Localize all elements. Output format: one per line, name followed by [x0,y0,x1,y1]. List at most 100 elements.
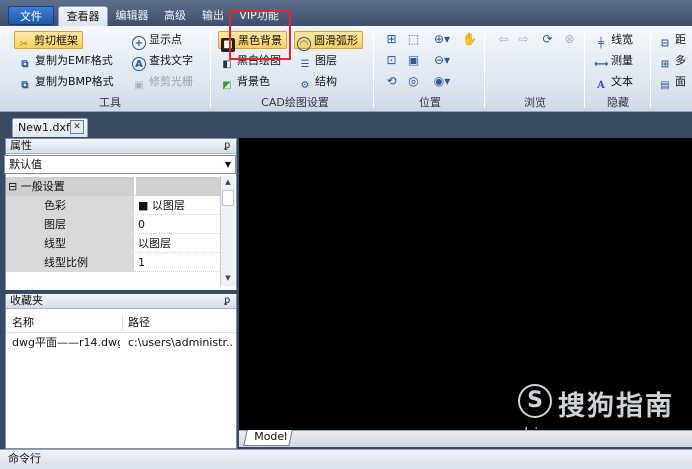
column-header-name[interactable]: 名称 [12,314,34,332]
copy-bmp-button[interactable]: ⧉ 复制为BMP格式 [18,73,113,91]
scroll-down-icon[interactable]: ▼ [221,272,235,285]
copy-bmp-icon: ⧉ [21,80,29,91]
property-value[interactable]: 1 [136,253,220,272]
multi-button[interactable]: ⊞ 多 [658,52,686,70]
cut-frame-button[interactable]: ✂ 剪切框架 [14,31,83,50]
fit-icon[interactable]: ⊡ [384,53,399,68]
background-color-icon: ◩ [222,80,232,91]
close-icon[interactable]: ✕ [70,120,84,134]
orbit-icon[interactable]: ◎ [406,74,421,89]
properties-scrollbar[interactable]: ▲ ▼ [220,176,235,286]
properties-header: 属性 ᵱ [6,139,236,154]
view-options-icon[interactable]: ◉▾ [430,74,454,89]
scroll-up-icon[interactable]: ▲ [221,176,235,189]
pan-hand-icon[interactable]: ✋ [462,32,477,47]
browse-group-label: 浏览 [524,96,546,109]
ribbon: ✂ 剪切框架 + 显示点 ⧉ 复制为EMF格式 A 查找文字 ⧉ 复制为BMP格式 ▣ 修剪… [0,26,692,112]
extents-icon[interactable]: ▣ [406,53,421,68]
refresh-icon[interactable]: ⟳ [540,32,555,47]
show-points-button[interactable]: + 显示点 [132,31,182,50]
property-row[interactable]: 色彩 ■ 以图层 [6,196,220,215]
ribbon-separator [210,30,211,108]
document-tab-bar [0,112,692,138]
pin-icon[interactable]: ᵱ [224,294,230,308]
forward-arrow-icon[interactable]: ⇨ [516,32,531,47]
line-width-icon: ╪ [597,38,605,49]
favorite-path[interactable]: c:\users\administr... [128,334,234,352]
arc-icon: ◠ [297,37,311,51]
layout-tab-bar [239,430,692,447]
copy-emf-button[interactable]: ⧉ 复制为EMF格式 [18,52,112,70]
black-white-icon: ◧ [222,59,232,70]
category-row[interactable]: ⊟ 一般设置 [6,177,220,196]
line-width-button[interactable]: ╪ 线宽 [594,31,633,49]
command-line-label: 命令行 [8,452,41,465]
zoom-rect-icon[interactable]: ⬚ [406,32,421,47]
ribbon-separator [484,30,485,108]
watermark-text: 搜狗指南 [558,391,674,422]
tab-output[interactable]: 输出 [198,6,228,26]
command-line-bar[interactable]: 命令行 [0,449,692,469]
distance-icon: ⊟ [660,38,670,49]
crosshair-icon: + [132,36,146,50]
smooth-arc-button[interactable]: ◠ 圆滑弧形 [294,31,363,51]
column-header-path[interactable]: 路径 [128,314,150,332]
property-row[interactable]: 线型比例 1 [6,253,220,272]
hide-group-label: 隐藏 [607,96,629,109]
area-button[interactable]: ▤ 面 [658,73,686,91]
model-tab-label: Model [254,430,288,443]
text-icon: A [597,80,605,91]
measure-icon: ⟷ [594,59,609,70]
zoom-in-icon[interactable]: ⊕▾ [430,32,454,47]
favorites-header: 收藏夹 ᵱ [6,294,236,309]
background-color-button[interactable]: ◩ 背景色 [220,73,270,91]
scroll-thumb[interactable] [222,190,234,206]
ribbon-separator [584,30,585,108]
rotate-icon[interactable]: ⟲ [384,74,399,89]
stop-icon[interactable]: ⊗ [562,32,577,47]
back-arrow-icon[interactable]: ⇦ [496,32,511,47]
ribbon-separator [650,30,651,108]
trim-raster-icon: ▣ [134,80,144,91]
scissors-icon: ✂ [19,39,29,50]
property-name: 图层 [6,215,134,234]
properties-title: 属性 [10,139,32,152]
distance-button[interactable]: ⊟ 距 [658,31,686,49]
copy-emf-icon: ⧉ [21,59,29,70]
vip-highlight-box [229,10,291,60]
property-row[interactable]: 线型 以图层 [6,234,220,253]
properties-preset-select[interactable]: 默认值 ▼ [4,155,236,174]
layers-button[interactable]: ☰ 图层 [298,52,337,70]
property-name: 线型 [6,234,134,253]
text-button[interactable]: A 文本 [594,73,633,91]
property-value[interactable]: 0 [136,215,220,234]
property-value[interactable]: 以图层 [136,234,220,253]
position-group-label: 位置 [419,96,441,109]
tab-viewer[interactable]: 查看器 [58,6,108,26]
tab-advanced[interactable]: 高级 [158,6,192,26]
tab-file[interactable]: 文件 [8,6,54,25]
preset-value: 默认值 [9,158,42,171]
find-text-icon: A [132,57,146,71]
property-name: 色彩 [6,196,134,215]
find-text-button[interactable]: A 查找文字 [132,52,193,71]
structure-button[interactable]: ⚙ 结构 [298,73,337,91]
property-name: 线型比例 [6,253,134,272]
category-filler [136,177,220,196]
zoom-window-icon[interactable]: ⊞ [384,32,399,47]
column-divider [122,314,123,332]
multi-icon: ⊞ [660,59,670,70]
favorite-name[interactable]: dwg平面——r14.dwg [12,334,120,352]
area-icon: ▤ [660,80,670,91]
pin-icon[interactable]: ᵱ [224,139,230,153]
property-value[interactable]: ■ 以图层 [136,196,220,215]
measure-button[interactable]: ⟷ 测量 [594,52,633,70]
model-tab[interactable]: Model [243,430,293,446]
cad-group-label: CAD绘图设置 [261,96,329,109]
zoom-out-icon[interactable]: ⊖▾ [430,53,454,68]
property-row[interactable]: 图层 0 [6,215,220,234]
favorites-title: 收藏夹 [10,294,43,307]
tab-editor[interactable]: 编辑器 [112,6,152,26]
category-label: ⊟ 一般设置 [6,177,134,196]
trim-raster-button[interactable]: ▣ 修剪光栅 [132,73,193,91]
